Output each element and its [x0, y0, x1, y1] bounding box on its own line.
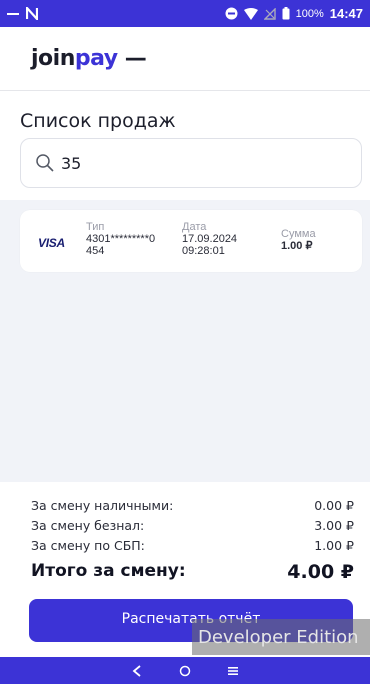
app-header: joinpay —	[0, 27, 370, 91]
menu-icon[interactable]	[223, 661, 243, 681]
transaction-amount: Сумма 1.00 ₽	[281, 228, 351, 252]
n-app-icon	[26, 7, 38, 20]
total-value: 4.00 ₽	[287, 561, 354, 583]
transaction-type: Тип 4301*********0 454	[86, 221, 174, 257]
do-not-disturb-icon	[225, 7, 238, 20]
noncash-total-row: За смену безнал: 3.00 ₽	[31, 518, 354, 533]
joinpay-logo: joinpay —	[31, 46, 147, 71]
amount-label: Сумма	[281, 228, 316, 240]
battery-percent: 100%	[295, 7, 324, 20]
visa-logo: VISA	[38, 236, 65, 250]
noncash-value: 3.00 ₽	[314, 518, 354, 533]
sbp-value: 1.00 ₽	[314, 538, 354, 553]
page-title: Список продаж	[20, 110, 176, 132]
cash-total-row: За смену наличными: 0.00 ₽	[31, 498, 354, 513]
system-nav-bar	[0, 657, 370, 684]
home-icon[interactable]	[175, 661, 195, 681]
sbp-total-row: За смену по СБП: 1.00 ₽	[31, 538, 354, 553]
grand-total-row: Итого за смену: 4.00 ₽	[31, 561, 354, 583]
status-bar: 100% 14:47	[0, 0, 370, 27]
noncash-label: За смену безнал:	[31, 518, 145, 533]
search-input[interactable]	[61, 153, 341, 173]
date-value: 17.09.2024	[182, 233, 238, 245]
battery-icon	[282, 7, 290, 20]
cash-label: За смену наличными:	[31, 498, 174, 513]
amount-value: 1.00 ₽	[281, 240, 313, 252]
no-signal-icon	[263, 7, 276, 20]
list-item[interactable]: VISA Тип 4301*********0 454 Дата 17.09.2…	[20, 210, 362, 272]
cash-value: 0.00 ₽	[314, 498, 354, 513]
sbp-label: За смену по СБП:	[31, 538, 145, 553]
sales-list: VISA Тип 4301*********0 454 Дата 17.09.2…	[0, 200, 370, 482]
search-icon	[35, 153, 55, 173]
type-label: Тип	[86, 221, 105, 233]
search-field[interactable]	[20, 138, 362, 188]
date-label: Дата	[182, 221, 207, 233]
clock: 14:47	[329, 6, 363, 21]
card-number-tail: 454	[86, 245, 105, 257]
back-icon[interactable]	[127, 661, 147, 681]
total-label: Итого за смену:	[31, 561, 186, 581]
wifi-icon	[243, 7, 258, 20]
card-number: 4301*********0	[86, 233, 156, 245]
transaction-date: Дата 17.09.2024 09:28:01	[182, 221, 262, 257]
time-value: 09:28:01	[182, 245, 225, 257]
minus-notification-icon	[7, 11, 19, 17]
developer-edition-watermark: Developer Edition	[192, 619, 370, 655]
